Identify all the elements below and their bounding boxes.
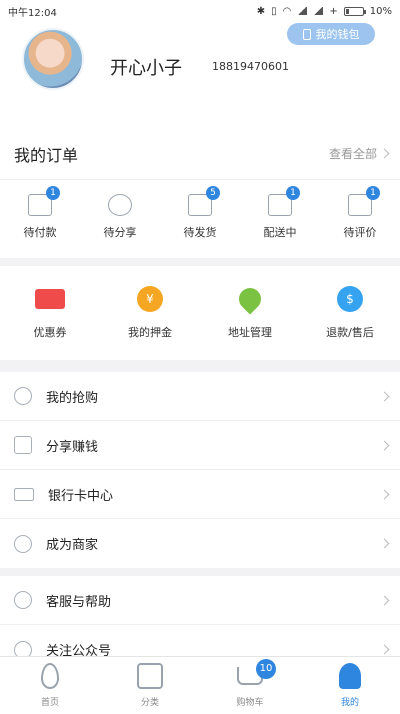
menu-item-share-earn[interactable]: 分享赚钱 [0,421,400,470]
share-icon [14,436,32,454]
bank-card-icon [14,487,34,501]
count-badge: 1 [286,186,300,200]
order-label: 待发货 [183,226,217,239]
order-label: 配送中 [263,226,297,239]
order-pending-review[interactable]: 1 待评价 [320,186,400,240]
menu-label: 分享赚钱 [46,439,99,455]
menu-label: 客服与帮助 [46,594,112,610]
comment-icon: 1 [348,186,380,216]
battery-icon [343,6,366,16]
deposit-icon: ¥ [137,286,163,312]
category-icon [137,663,163,689]
menu-item-follow-account[interactable]: 关注公众号 [0,625,400,658]
tab-label: 我的 [340,698,359,708]
people-icon [108,194,132,216]
home-icon [41,663,59,689]
wallet-icon: 1 [28,186,60,216]
count-badge: 1 [46,186,60,200]
vibrate-icon: ▯ [271,5,277,17]
tab-me[interactable]: 我的 [300,657,400,714]
order-in-delivery[interactable]: 1 配送中 [240,186,320,240]
refund-link[interactable]: $ 退款/售后 [300,266,400,360]
bluetooth-icon: ✱ [256,5,266,17]
tab-home[interactable]: 首页 [0,657,100,714]
quick-label: 优惠券 [33,326,67,339]
orders-header: 我的订单 查看全部 [0,128,400,180]
chevron-right-icon [379,440,390,450]
order-label: 待分享 [103,226,137,239]
quick-label: 地址管理 [228,326,272,339]
orders-section: 我的订单 查看全部 1 待付款 待分享 5 待发货 1 配送中 1 待评价 [0,128,400,258]
orders-title: 我的订单 [14,145,79,165]
order-pending-payment[interactable]: 1 待付款 [0,186,80,240]
view-all-orders-link[interactable]: 查看全部 [328,145,390,162]
wifi-icon: ◠ [282,5,292,17]
status-time: 中午12:04 [8,7,57,19]
bottom-tab-bar: 首页 分类 10 购物车 我的 [0,656,400,714]
tab-label: 首页 [40,698,59,708]
chevron-right-icon [379,644,390,655]
profile-icon [339,663,361,689]
cart-badge: 10 [256,659,276,679]
wallet-icon [302,28,311,40]
menu-group-1: 我的抢购 分享赚钱 银行卡中心 成为商家 [0,372,400,568]
wallet-label: 我的钱包 [315,28,360,41]
chevron-right-icon [379,538,390,549]
tab-cart[interactable]: 10 购物车 [200,657,300,714]
tab-label: 购物车 [236,698,264,708]
count-badge: 1 [366,186,380,200]
help-icon [14,591,32,609]
box-icon: 5 [188,186,220,216]
truck-icon: 1 [268,186,300,216]
tab-label: 分类 [140,698,159,708]
menu-item-bank-card[interactable]: 银行卡中心 [0,470,400,519]
order-pending-share[interactable]: 待分享 [80,188,160,240]
menu-label: 我的抢购 [46,390,99,406]
deposit-link[interactable]: ¥ 我的押金 [100,266,200,360]
view-all-label: 查看全部 [328,147,377,161]
order-status-row: 1 待付款 待分享 5 待发货 1 配送中 1 待评价 [0,186,400,240]
address-link[interactable]: 地址管理 [200,266,300,360]
battery-percent: 10% [369,5,392,17]
status-icons: ✱ ▯ ◠ + 10% [257,6,392,17]
chevron-right-icon [379,391,390,401]
coupon-link[interactable]: 优惠券 [0,266,100,360]
profile-header: 开心小子 18819470601 我的钱包 [0,22,400,128]
coupon-icon [35,289,65,309]
menu-label: 银行卡中心 [48,488,114,504]
menu-item-flash-sale[interactable]: 我的抢购 [0,372,400,421]
signal-icon [313,7,324,15]
order-label: 待付款 [23,226,57,239]
chevron-right-icon [379,595,390,605]
menu-item-merchant[interactable]: 成为商家 [0,519,400,568]
order-label: 待评价 [343,226,377,239]
quick-label: 退款/售后 [326,326,374,339]
menu-item-help[interactable]: 客服与帮助 [0,576,400,625]
count-badge: 5 [206,186,220,200]
clock-icon [14,387,32,405]
status-bar: 中午12:04 ✱ ▯ ◠ + 10% [0,0,400,22]
avatar[interactable] [22,28,84,90]
charging-icon: + [329,5,338,17]
tab-category[interactable]: 分类 [100,657,200,714]
menu-group-2: 客服与帮助 关注公众号 [0,576,400,658]
chevron-right-icon [379,148,390,159]
my-wallet-button[interactable]: 我的钱包 [287,23,375,45]
refund-icon: $ [337,286,363,312]
phone-number: 18819470601 [212,60,289,73]
chevron-right-icon [379,489,390,499]
merchant-icon [14,534,32,553]
username: 开心小子 [110,58,182,79]
quick-label: 我的押金 [128,326,172,339]
quick-links: 优惠券 ¥ 我的押金 地址管理 $ 退款/售后 [0,266,400,360]
signal-icon [297,7,308,15]
menu-label: 成为商家 [46,538,99,553]
order-pending-shipment[interactable]: 5 待发货 [160,186,240,240]
location-pin-icon [234,283,266,315]
